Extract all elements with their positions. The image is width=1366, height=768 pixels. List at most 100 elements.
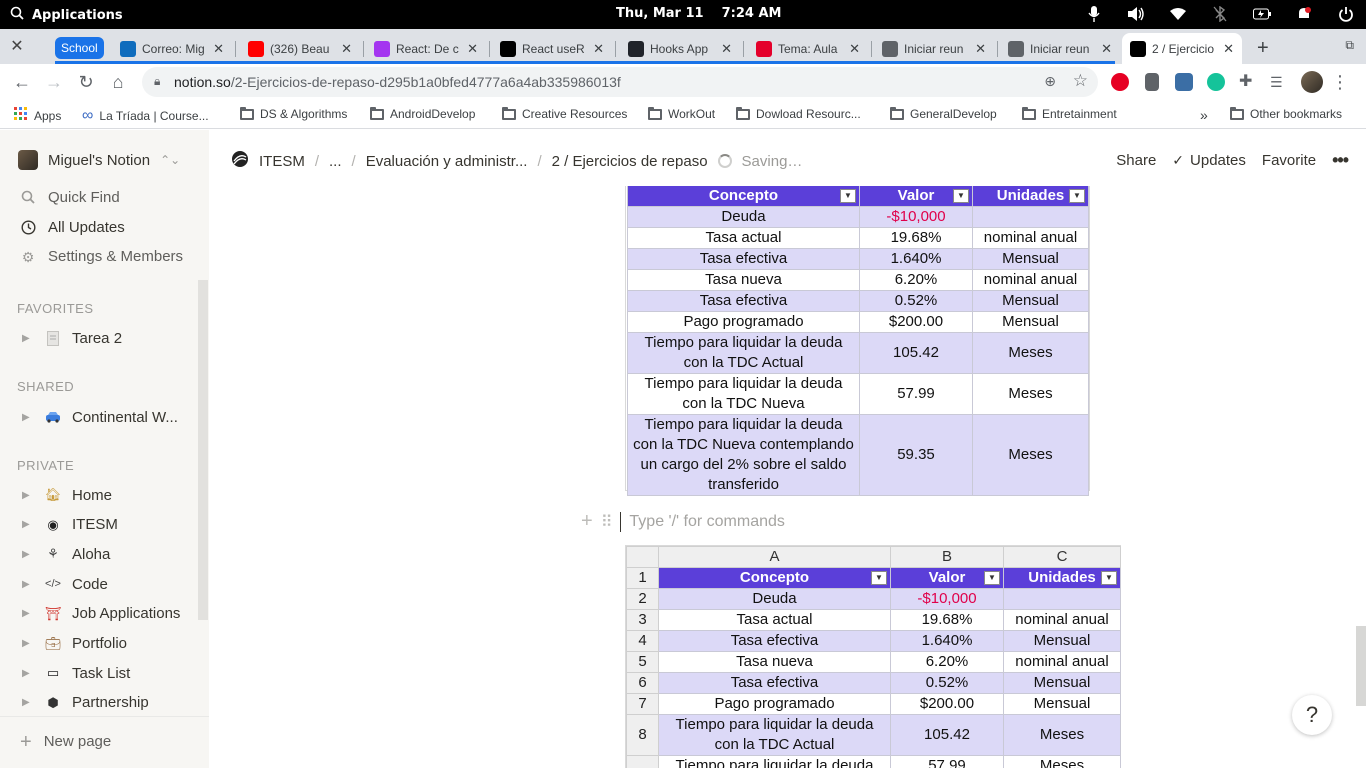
extensions-puzzle-icon[interactable]: ✚: [1239, 73, 1257, 91]
expand-triangle-icon[interactable]: ▶: [22, 638, 34, 649]
bookmark-item[interactable]: Dowload Resourc...: [736, 106, 861, 121]
close-tab-icon[interactable]: ✕: [467, 41, 478, 57]
sidebar-page-partnership[interactable]: ▶ ⬢ Partnership: [22, 694, 149, 712]
reload-icon[interactable]: ↻: [76, 72, 96, 92]
expand-triangle-icon[interactable]: ▶: [22, 333, 34, 344]
microphone-icon[interactable]: [1084, 4, 1104, 24]
tab-group-label[interactable]: School: [55, 37, 104, 59]
close-tab-icon[interactable]: ✕: [1101, 41, 1112, 57]
notification-bell-icon[interactable]: [1294, 4, 1314, 24]
expand-triangle-icon[interactable]: ▶: [22, 668, 34, 679]
forward-arrow-icon[interactable]: →: [44, 72, 64, 92]
bookmark-item[interactable]: Entretainment: [1022, 106, 1117, 121]
profile-avatar[interactable]: [1301, 71, 1323, 93]
expand-triangle-icon[interactable]: ▶: [22, 697, 34, 708]
grammarly-icon[interactable]: [1207, 73, 1225, 91]
extension-red-icon[interactable]: [1111, 73, 1129, 91]
close-tab-icon[interactable]: ✕: [213, 41, 224, 57]
breadcrumb-itesm[interactable]: ITESM: [259, 153, 305, 170]
battery-icon[interactable]: [1252, 4, 1272, 24]
more-options-icon[interactable]: •••: [1332, 150, 1349, 171]
content-scrollbar[interactable]: [1356, 626, 1366, 706]
drag-handle-icon[interactable]: ⠿: [601, 512, 613, 532]
breadcrumb-evaluacion[interactable]: Evaluación y administr...: [366, 153, 528, 170]
close-tab-icon[interactable]: ✕: [849, 41, 860, 57]
all-updates-button[interactable]: All Updates: [20, 219, 125, 236]
sidebar-page-continental[interactable]: ▶ Continental W...: [22, 408, 178, 426]
bluetooth-off-icon[interactable]: [1210, 4, 1230, 24]
sidebar-page-portfolio[interactable]: ▶ 💼︎ Portfolio: [22, 635, 127, 653]
expand-triangle-icon[interactable]: ▶: [22, 519, 34, 530]
bookmark-star-icon[interactable]: ☆: [1073, 71, 1088, 91]
updates-button[interactable]: ✓ Updates: [1172, 152, 1246, 169]
sidebar-page-itesm[interactable]: ▶ ◉ ITESM: [22, 516, 118, 534]
favorite-button[interactable]: Favorite: [1262, 152, 1316, 169]
workspace-switcher[interactable]: Miguel's Notion ⌃⌄: [18, 150, 180, 170]
extension-blue-icon[interactable]: [1175, 73, 1193, 91]
wifi-icon[interactable]: [1168, 4, 1188, 24]
help-button[interactable]: ?: [1292, 695, 1332, 735]
browser-menu-icon[interactable]: ⋮: [1331, 73, 1349, 91]
back-arrow-icon[interactable]: ←: [12, 72, 32, 92]
media-queue-icon[interactable]: ☰: [1270, 73, 1288, 91]
spreadsheet-image-top[interactable]: Concepto ▼ Valor ▼ Unidades ▼ Deuda -$10,000 Tas…: [625, 186, 1090, 496]
bookmark-item[interactable]: AndroidDevelop: [370, 106, 475, 121]
expand-triangle-icon[interactable]: ▶: [22, 579, 34, 590]
power-icon[interactable]: [1336, 4, 1356, 24]
bookmark-apps[interactable]: Apps: [14, 107, 61, 124]
browser-tab[interactable]: React useR ✕: [492, 33, 612, 64]
sidebar-page-home[interactable]: ▶ 🏠︎ Home: [22, 486, 112, 504]
breadcrumb-current-page[interactable]: 2 / Ejercicios de repaso: [552, 153, 708, 170]
browser-tab[interactable]: Hooks App ✕: [620, 33, 740, 64]
bookmark-item[interactable]: DS & Algorithms: [240, 106, 347, 121]
filter-dropdown-icon[interactable]: ▼: [871, 571, 887, 585]
sidebar-page-code[interactable]: ▶ </> Code: [22, 575, 108, 593]
expand-triangle-icon[interactable]: ▶: [22, 490, 34, 501]
close-group-icon[interactable]: ✕: [8, 38, 26, 56]
filter-dropdown-icon[interactable]: ▼: [840, 189, 856, 203]
new-page-button[interactable]: + New page: [20, 732, 111, 752]
close-tab-icon[interactable]: ✕: [975, 41, 986, 57]
browser-tab[interactable]: React: De c ✕: [366, 33, 486, 64]
sidebar-scrollbar[interactable]: [198, 280, 208, 620]
bookmarks-overflow-button[interactable]: »: [1200, 107, 1208, 123]
browser-tab[interactable]: Iniciar reun ✕: [1000, 33, 1120, 64]
bookmark-item[interactable]: Creative Resources: [502, 106, 627, 121]
empty-text-block[interactable]: + ⠿ Type '/' for commands: [581, 510, 785, 533]
other-bookmarks[interactable]: Other bookmarks: [1230, 106, 1342, 121]
sidebar-page-tarea-2[interactable]: ▶ Tarea 2: [22, 329, 122, 347]
bookmark-item[interactable]: WorkOut: [648, 106, 715, 121]
close-tab-icon[interactable]: ✕: [593, 41, 604, 57]
expand-triangle-icon[interactable]: ▶: [22, 549, 34, 560]
close-tab-icon[interactable]: ✕: [1223, 41, 1234, 57]
sidebar-page-task-list[interactable]: ▶ ▭ Task List: [22, 664, 130, 682]
sidebar-page-job-applications[interactable]: ▶ ⛩︎ Job Applications: [22, 605, 180, 623]
extension-dropper-icon[interactable]: [1145, 73, 1159, 91]
browser-tab[interactable]: Iniciar reun ✕: [874, 33, 994, 64]
address-bar[interactable]: 🔒︎ notion.so/2-Ejercicios-de-repaso-d295…: [142, 67, 1098, 97]
share-button[interactable]: Share: [1116, 152, 1156, 169]
browser-tab[interactable]: (326) Beau ✕: [240, 33, 360, 64]
browser-tab[interactable]: Correo: Mig ✕: [112, 33, 232, 64]
browser-tab[interactable]: Tema: Aula ✕: [748, 33, 868, 64]
sidebar-page-aloha[interactable]: ▶ ⚘ Aloha: [22, 545, 110, 563]
filter-dropdown-icon[interactable]: ▼: [1101, 571, 1117, 585]
close-tab-icon[interactable]: ✕: [341, 41, 352, 57]
breadcrumb-ellipsis[interactable]: ...: [329, 153, 342, 170]
settings-members-button[interactable]: ⚙ Settings & Members: [20, 248, 183, 265]
favorites-heading[interactable]: FAVORITES: [17, 301, 94, 316]
filter-dropdown-icon[interactable]: ▼: [953, 189, 969, 203]
home-icon[interactable]: ⌂: [108, 72, 128, 92]
expand-triangle-icon[interactable]: ▶: [22, 608, 34, 619]
add-block-plus-icon[interactable]: +: [581, 510, 593, 533]
zoom-icon[interactable]: ⊕: [1044, 73, 1056, 90]
browser-tab[interactable]: 2 / Ejercicio ✕: [1122, 33, 1242, 64]
tab-search-icon[interactable]: ⧉: [1345, 38, 1354, 53]
spreadsheet-image-bottom[interactable]: A B C 1 Concepto ▼ Valor ▼ Unidades ▼ 2 Deuda -$10,0…: [625, 545, 1121, 768]
private-heading[interactable]: PRIVATE: [17, 458, 74, 473]
filter-dropdown-icon[interactable]: ▼: [1069, 189, 1085, 203]
applications-menu[interactable]: Applications: [10, 6, 123, 24]
expand-triangle-icon[interactable]: ▶: [22, 412, 34, 423]
filter-dropdown-icon[interactable]: ▼: [984, 571, 1000, 585]
bookmark-item[interactable]: GeneralDevelop: [890, 106, 997, 121]
